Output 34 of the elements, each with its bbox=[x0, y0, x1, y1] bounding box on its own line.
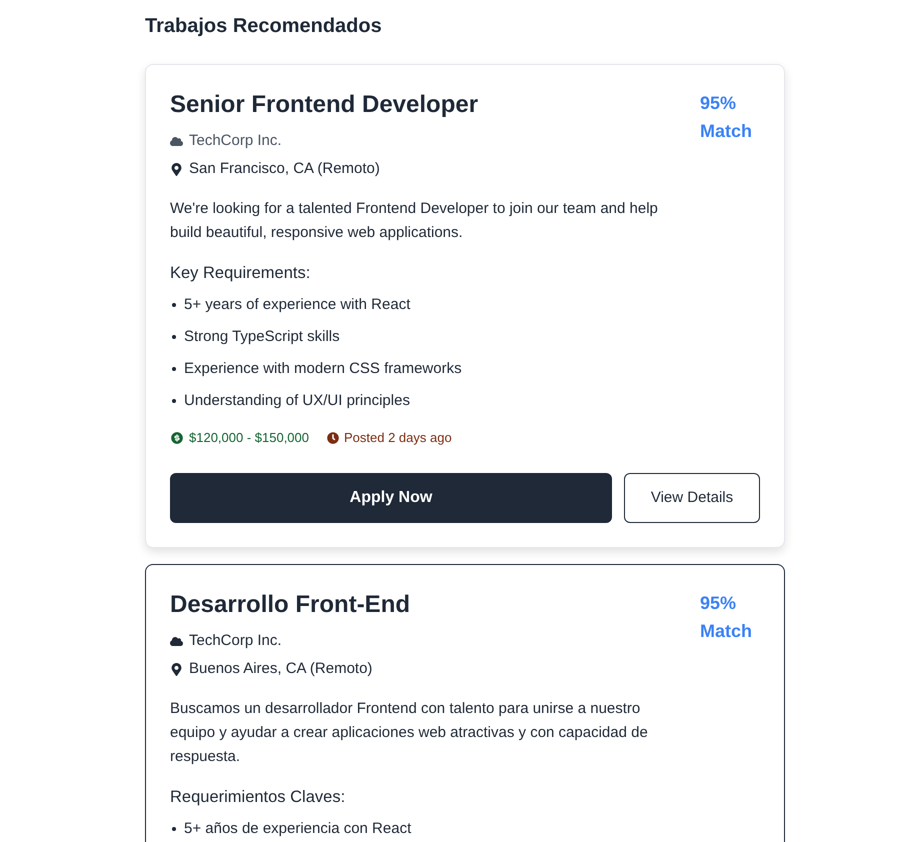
map-pin-icon bbox=[170, 662, 183, 676]
match-score: 95% Match bbox=[700, 592, 754, 643]
salary-range: $120,000 - $150,000 bbox=[189, 429, 309, 447]
requirement-text: 5+ years of experience with React bbox=[184, 295, 410, 315]
posted-time: Posted 2 days ago bbox=[344, 429, 452, 447]
requirement-text: Understanding of UX/UI principles bbox=[184, 391, 410, 411]
bullet-icon bbox=[172, 367, 176, 371]
requirement-text: 5+ años de experiencia con React bbox=[184, 819, 412, 839]
job-card[interactable] bbox=[145, 564, 785, 842]
dollar-icon bbox=[170, 431, 184, 445]
map-pin-icon bbox=[170, 162, 183, 176]
cloud-icon bbox=[170, 134, 183, 148]
bullet-icon bbox=[172, 827, 176, 831]
bullet-icon bbox=[172, 335, 176, 339]
bullet-icon bbox=[172, 303, 176, 307]
requirements-heading: Key Requirements: bbox=[170, 263, 312, 284]
company-name: TechCorp Inc. bbox=[189, 631, 282, 651]
details-button[interactable]: View Details bbox=[624, 473, 760, 523]
job-location: Buenos Aires, CA (Remoto) bbox=[189, 659, 372, 679]
requirements-heading: Requerimientos Claves: bbox=[170, 787, 346, 808]
cloud-icon bbox=[170, 634, 183, 648]
clock-icon bbox=[327, 432, 339, 444]
page-heading: Trabajos Recomendados bbox=[145, 14, 383, 39]
job-description: We're looking for a talented Frontend Developer to join our team and help build beautiful, responsive web applications. bbox=[170, 199, 659, 243]
requirement-text: Strong TypeScript skills bbox=[184, 327, 340, 347]
job-location: San Francisco, CA (Remoto) bbox=[189, 159, 380, 179]
job-title: Desarrollo Front-End bbox=[170, 590, 410, 620]
apply-button[interactable]: Apply Now bbox=[170, 473, 612, 523]
job-title: Senior Frontend Developer bbox=[170, 90, 478, 120]
job-description: Buscamos un desarrollador Frontend con talento para unirse a nuestro equipo y ayudar a crear aplicaciones web atractivas y con capacidad de respuesta. bbox=[170, 699, 649, 767]
match-score: 95% Match bbox=[700, 92, 754, 143]
requirement-text: Experience with modern CSS frameworks bbox=[184, 359, 462, 379]
bullet-icon bbox=[172, 399, 176, 403]
company-name: TechCorp Inc. bbox=[189, 131, 282, 151]
